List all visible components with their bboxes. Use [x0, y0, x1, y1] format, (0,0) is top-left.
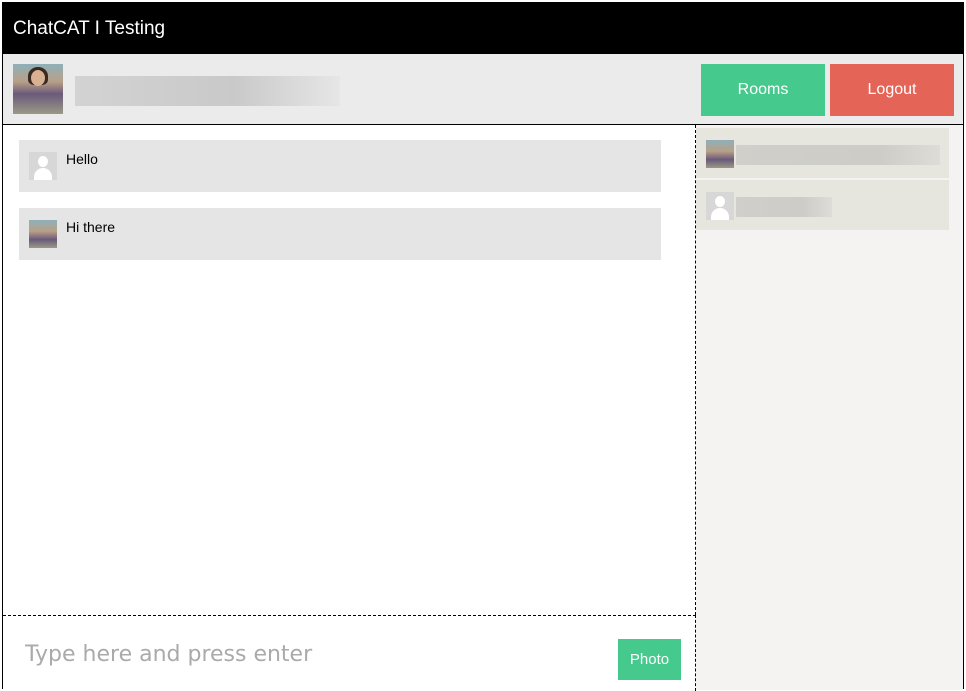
message-text: Hi there	[66, 219, 116, 235]
user-list-item[interactable]	[696, 179, 949, 230]
default-avatar-icon	[29, 152, 57, 180]
user-photo-avatar	[29, 220, 57, 248]
message-text: Hello	[66, 151, 98, 167]
user-name-blurred	[736, 145, 940, 165]
user-bar: Rooms Logout	[3, 54, 963, 125]
user-photo-avatar	[706, 140, 734, 168]
app-title: ChatCAT I Testing	[13, 18, 166, 39]
photo-button[interactable]: Photo	[618, 639, 681, 680]
user-list-item[interactable]	[696, 128, 949, 178]
chat-message: Hi there	[19, 208, 661, 260]
avatar-face	[31, 70, 45, 86]
current-user-avatar[interactable]	[13, 64, 63, 114]
chat-messages-panel[interactable]: Hello Hi there	[3, 125, 696, 615]
rooms-button[interactable]: Rooms	[701, 64, 825, 116]
chat-message: Hello	[19, 140, 661, 192]
logout-button[interactable]: Logout	[830, 64, 954, 116]
user-name-blurred	[736, 197, 832, 217]
message-input[interactable]	[13, 628, 607, 680]
users-sidebar	[696, 125, 963, 690]
message-composer: Photo	[3, 615, 696, 691]
title-bar: ChatCAT I Testing	[3, 3, 963, 54]
current-user-name-blurred	[75, 76, 340, 106]
app-window: ChatCAT I Testing Rooms Logout Hello Hi …	[2, 2, 964, 691]
default-avatar-icon	[706, 192, 734, 220]
